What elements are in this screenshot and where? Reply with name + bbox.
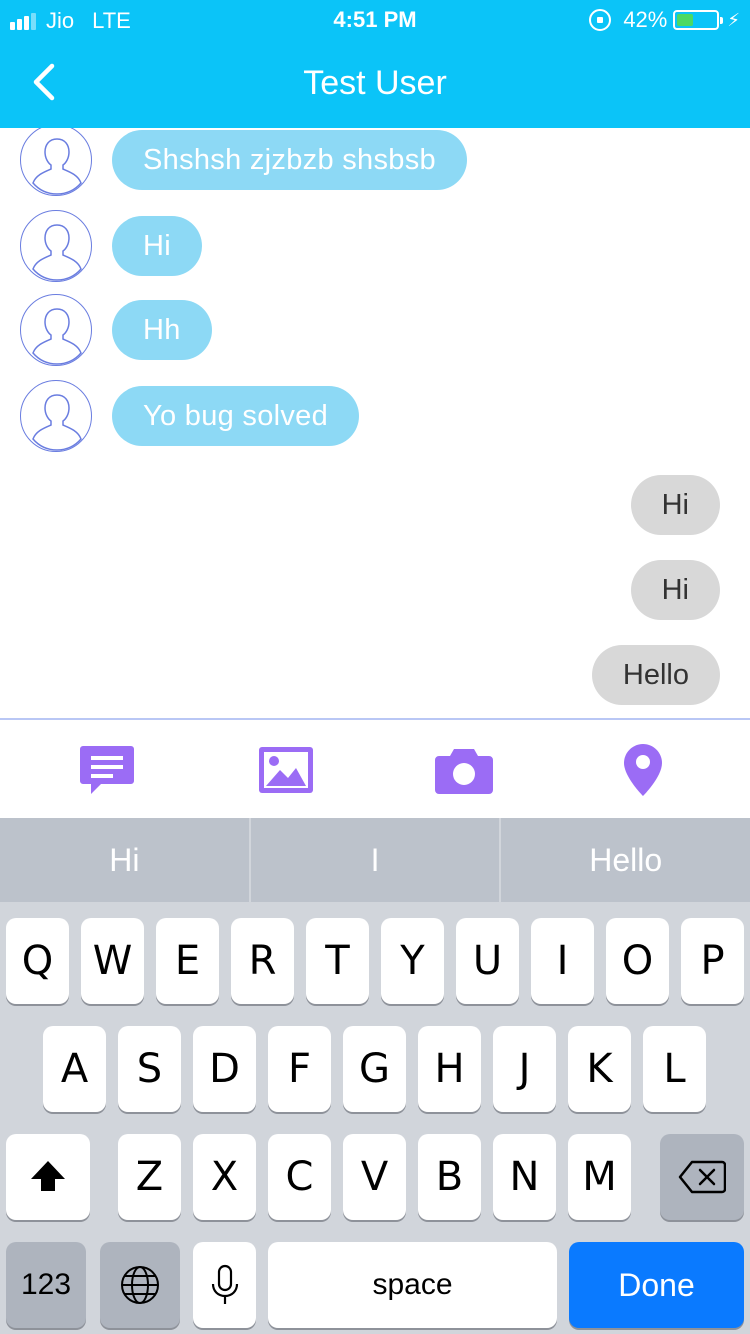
- key-i[interactable]: I: [531, 918, 594, 1004]
- incoming-message: Hi: [20, 210, 202, 282]
- backspace-icon: [678, 1160, 726, 1194]
- image-icon: [259, 747, 313, 793]
- gallery-button[interactable]: [256, 740, 316, 800]
- chat-icon: [80, 746, 134, 794]
- user-icon: [32, 138, 82, 195]
- done-key[interactable]: Done: [569, 1242, 744, 1328]
- incoming-bubble: Yo bug solved: [112, 386, 360, 446]
- key-d[interactable]: D: [193, 1026, 256, 1112]
- user-icon: [32, 394, 82, 451]
- app-header: Jio LTE 4:51 PM 42% ⚡ Test User: [0, 0, 750, 128]
- location-pin-icon: [624, 744, 662, 796]
- page-title: Test User: [303, 64, 447, 102]
- key-z[interactable]: Z: [118, 1134, 181, 1220]
- avatar: [20, 294, 92, 366]
- key-s[interactable]: S: [118, 1026, 181, 1112]
- key-o[interactable]: O: [606, 918, 669, 1004]
- camera-icon: [435, 749, 493, 794]
- key-n[interactable]: N: [493, 1134, 556, 1220]
- suggestion-1[interactable]: Hi: [0, 818, 251, 902]
- incoming-bubble: Shshsh zjzbzb shsbsb: [112, 130, 467, 190]
- incoming-message: Yo bug solved: [20, 380, 360, 452]
- chat-button[interactable]: [77, 740, 137, 800]
- suggestion-2[interactable]: I: [251, 818, 502, 902]
- key-x[interactable]: X: [193, 1134, 256, 1220]
- status-bar: Jio LTE 4:51 PM 42% ⚡: [0, 0, 750, 40]
- key-f[interactable]: F: [268, 1026, 331, 1112]
- key-j[interactable]: J: [493, 1026, 556, 1112]
- message-list[interactable]: Shshsh zjzbzb shsbsb Hi Hh Yo bug solved…: [0, 128, 750, 718]
- microphone-key[interactable]: [193, 1242, 256, 1328]
- rotation-lock-icon: [589, 9, 612, 31]
- key-p[interactable]: P: [681, 918, 744, 1004]
- avatar: [20, 210, 92, 282]
- key-a[interactable]: A: [43, 1026, 106, 1112]
- key-y[interactable]: Y: [381, 918, 444, 1004]
- location-button[interactable]: [613, 740, 673, 800]
- microphone-icon: [211, 1264, 238, 1304]
- key-k[interactable]: K: [568, 1026, 631, 1112]
- globe-key[interactable]: [100, 1242, 180, 1328]
- incoming-message: Shshsh zjzbzb shsbsb: [20, 128, 467, 196]
- key-u[interactable]: U: [456, 918, 519, 1004]
- user-icon: [32, 308, 82, 365]
- key-m[interactable]: M: [568, 1134, 631, 1220]
- shift-key[interactable]: [6, 1134, 90, 1220]
- incoming-bubble: Hh: [112, 300, 212, 360]
- incoming-bubble: Hi: [112, 216, 202, 276]
- outgoing-bubble: Hello: [591, 645, 720, 705]
- predictive-bar: Hi I Hello: [0, 818, 750, 902]
- key-h[interactable]: H: [418, 1026, 481, 1112]
- key-e[interactable]: E: [156, 918, 219, 1004]
- incoming-message: Hh: [20, 294, 212, 366]
- key-w[interactable]: W: [81, 918, 144, 1004]
- camera-button[interactable]: [434, 740, 494, 800]
- space-key[interactable]: space: [268, 1242, 557, 1328]
- avatar: [20, 128, 92, 196]
- nav-bar: Test User: [0, 40, 750, 128]
- outgoing-bubble: Hi: [630, 475, 720, 535]
- avatar: [20, 380, 92, 452]
- backspace-key[interactable]: [660, 1134, 744, 1220]
- user-icon: [32, 224, 82, 281]
- battery-icon: [673, 10, 724, 30]
- charging-icon: ⚡: [727, 9, 740, 30]
- key-b[interactable]: B: [418, 1134, 481, 1220]
- key-t[interactable]: T: [306, 918, 369, 1004]
- key-c[interactable]: C: [268, 1134, 331, 1220]
- battery-percent: 42%: [623, 7, 668, 32]
- globe-icon: [121, 1266, 159, 1304]
- numbers-key[interactable]: 123: [6, 1242, 86, 1328]
- shift-icon: [31, 1161, 65, 1191]
- suggestion-3[interactable]: Hello: [501, 818, 750, 902]
- key-g[interactable]: G: [343, 1026, 406, 1112]
- keyboard: Q W E R T Y U I O P A S D F G H J K L Z …: [0, 902, 750, 1334]
- key-v[interactable]: V: [343, 1134, 406, 1220]
- key-r[interactable]: R: [231, 918, 294, 1004]
- attachment-toolbar: [0, 720, 750, 818]
- outgoing-bubble: Hi: [630, 560, 720, 620]
- key-l[interactable]: L: [643, 1026, 706, 1112]
- key-q[interactable]: Q: [6, 918, 69, 1004]
